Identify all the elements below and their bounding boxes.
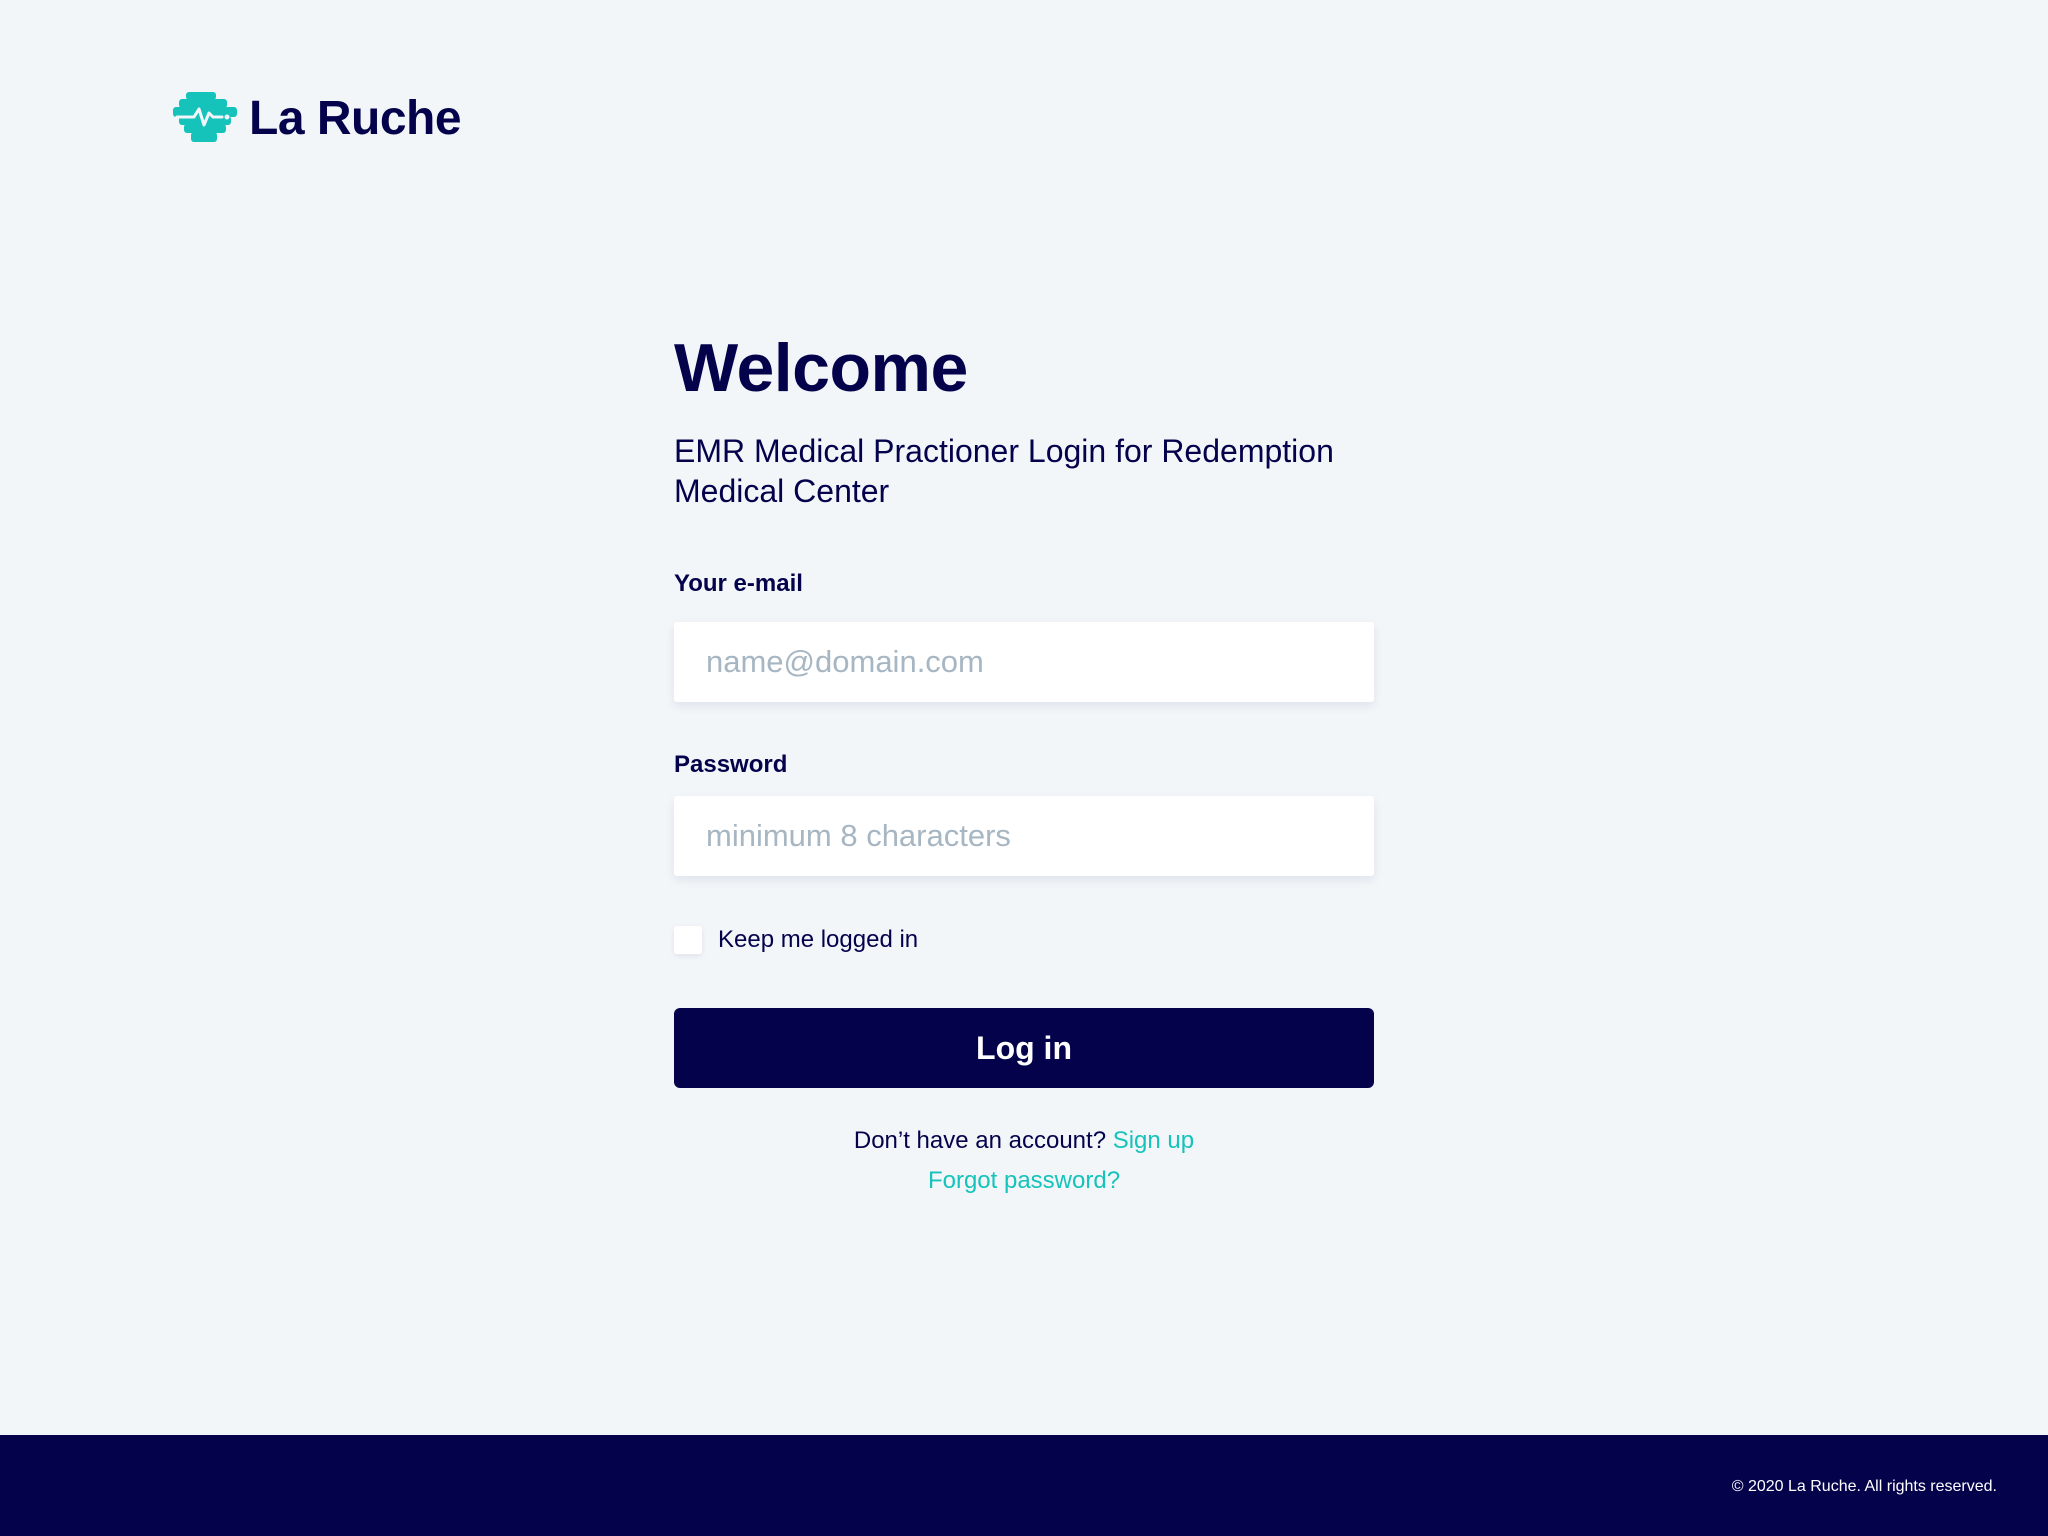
email-label: Your e-mail xyxy=(674,570,803,597)
page-footer: © 2020 La Ruche. All rights reserved. xyxy=(0,1435,2048,1536)
page-title: Welcome xyxy=(674,330,968,406)
sign-up-link[interactable]: Sign up xyxy=(1113,1127,1194,1154)
keep-logged-in-option[interactable]: Keep me logged in xyxy=(674,925,918,955)
keep-logged-in-label[interactable]: Keep me logged in xyxy=(718,925,918,955)
signup-prompt: Don’t have an account? xyxy=(853,1127,1107,1154)
keep-logged-in-checkbox[interactable] xyxy=(674,926,702,954)
forgot-password-link[interactable]: Forgot password? xyxy=(928,1167,1120,1194)
heart-rate-honeycomb-icon xyxy=(173,92,237,142)
brand-name: La Ruche xyxy=(249,92,462,145)
forgot-password-line: Forgot password? xyxy=(674,1166,1374,1196)
email-field[interactable] xyxy=(674,622,1374,702)
password-field[interactable] xyxy=(674,796,1374,876)
password-label: Password xyxy=(674,751,788,778)
login-button[interactable]: Log in xyxy=(674,1008,1374,1088)
login-subtitle: EMR Medical Practioner Login for Redempt… xyxy=(674,433,1334,509)
brand-logo[interactable]: La Ruche xyxy=(173,88,462,150)
signup-prompt-line: Don’t have an account? Sign up xyxy=(674,1126,1374,1156)
copyright-text: © 2020 La Ruche. All rights reserved. xyxy=(1731,1478,1997,1495)
